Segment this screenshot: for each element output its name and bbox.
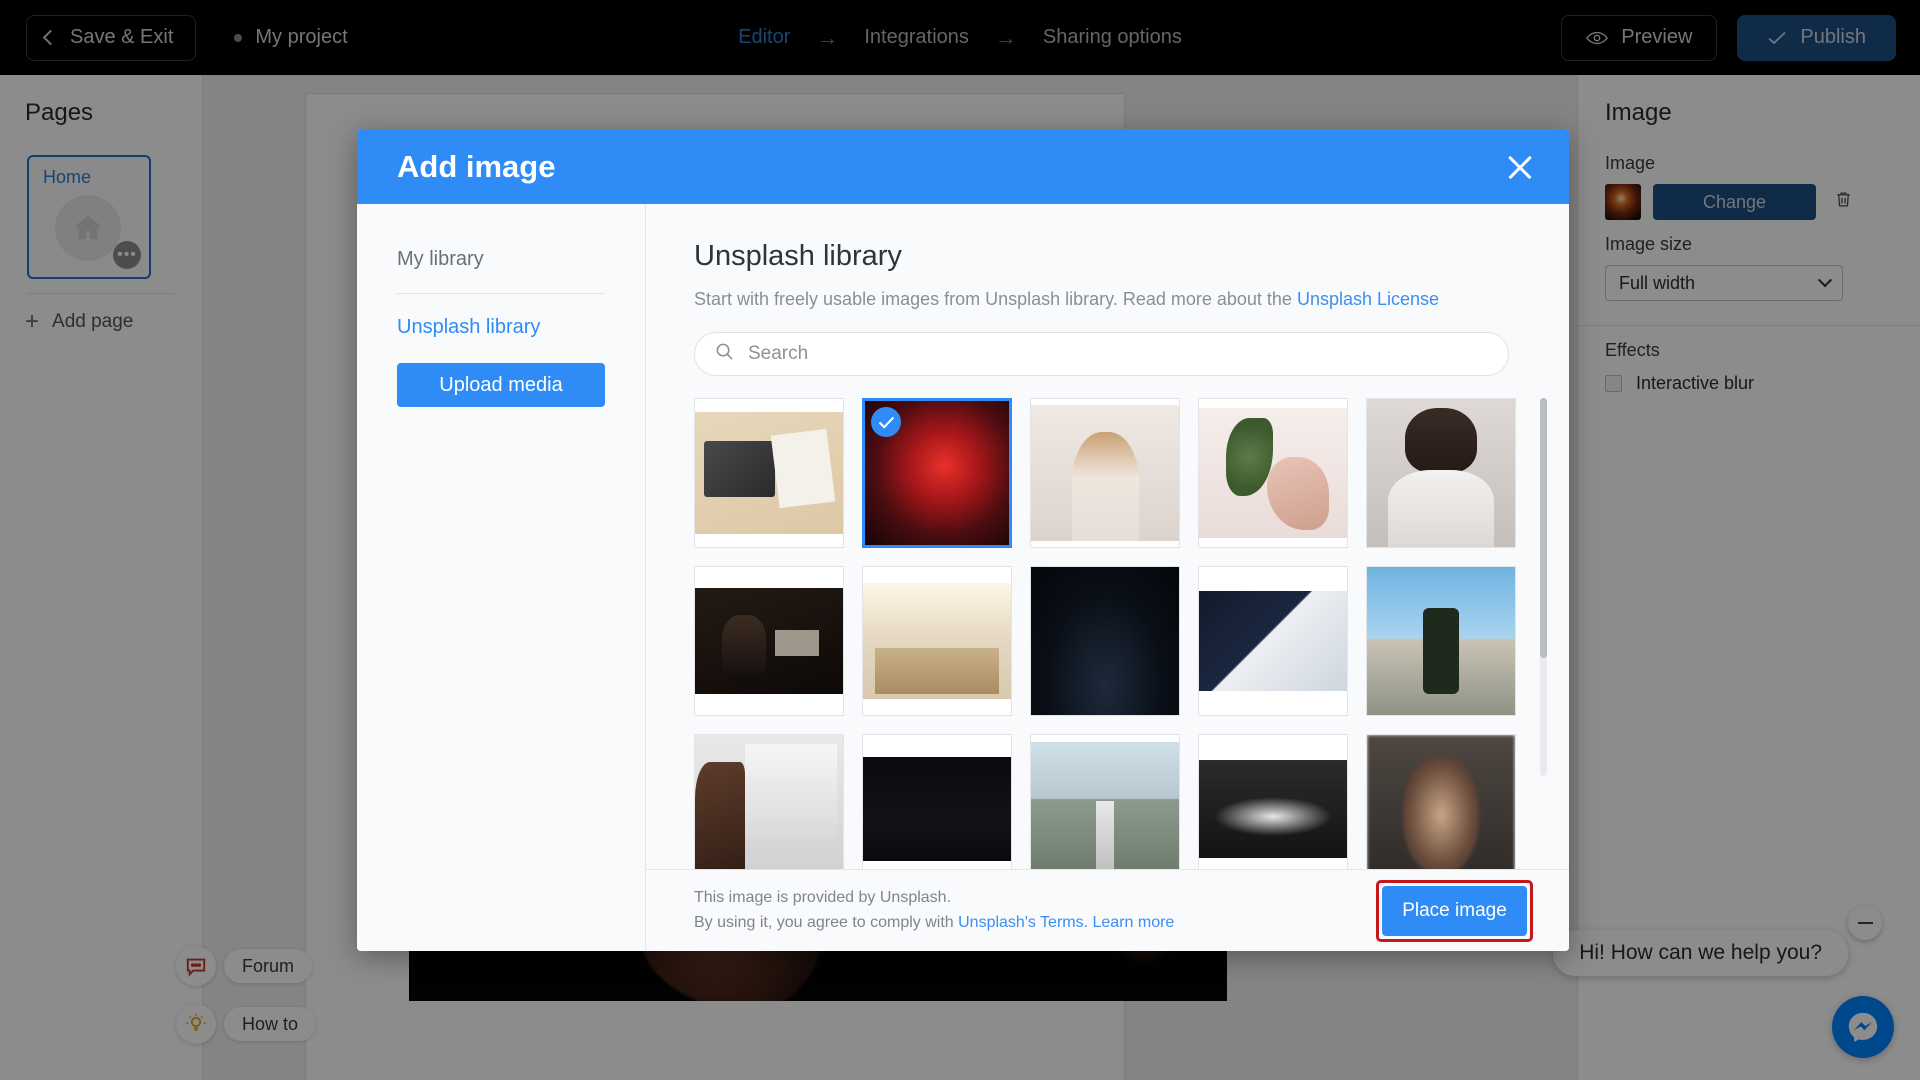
image-grid	[694, 398, 1529, 869]
unsplash-attribution: This image is provided by Unsplash. By u…	[694, 886, 1174, 936]
place-image-button[interactable]: Place image	[1382, 885, 1527, 936]
search-bar[interactable]	[694, 332, 1509, 376]
image-thumbnail[interactable]	[1198, 734, 1348, 869]
image-thumbnail[interactable]	[694, 398, 844, 548]
image-thumbnail-art	[863, 583, 1011, 699]
unsplash-description: Start with freely usable images from Uns…	[694, 289, 1529, 310]
check-icon	[871, 407, 901, 437]
sidebar-item-my-library[interactable]: My library	[357, 248, 645, 271]
attribution-line-2: By using it, you agree to comply with Un…	[694, 911, 1174, 936]
place-image-highlight: Place image	[1376, 879, 1533, 942]
attribution-line-1: This image is provided by Unsplash.	[694, 888, 952, 906]
image-thumbnail[interactable]	[1366, 734, 1516, 869]
image-thumbnail-art	[695, 412, 843, 534]
modal-header: Add image	[357, 129, 1569, 204]
image-thumbnail-art	[1031, 742, 1179, 869]
image-thumbnail[interactable]	[862, 734, 1012, 869]
modal-main: Unsplash library Start with freely usabl…	[646, 204, 1569, 951]
search-input[interactable]	[748, 343, 1488, 365]
unsplash-terms-link[interactable]: Unsplash's Terms.	[958, 914, 1088, 931]
image-grid-container[interactable]	[646, 376, 1569, 869]
image-thumbnail-art	[1199, 760, 1347, 858]
image-thumbnail-art	[1199, 590, 1347, 692]
modal-main-header: Unsplash library Start with freely usabl…	[646, 204, 1569, 376]
unsplash-description-text: Start with freely usable images from Uns…	[694, 289, 1297, 309]
image-thumbnail[interactable]	[1198, 398, 1348, 548]
image-thumbnail-art	[863, 757, 1011, 861]
modal-title: Add image	[397, 148, 556, 184]
sidebar-item-unsplash-library[interactable]: Unsplash library	[357, 316, 645, 339]
image-thumbnail[interactable]	[1366, 566, 1516, 716]
image-thumbnail-art	[695, 735, 843, 869]
image-grid-scrollbar[interactable]	[1540, 398, 1547, 776]
learn-more-link[interactable]: Learn more	[1093, 914, 1175, 931]
unsplash-library-heading: Unsplash library	[694, 240, 902, 272]
attribution-line-2-text: By using it, you agree to comply with	[694, 913, 959, 931]
add-image-modal: Add image My library Unsplash library Up…	[357, 129, 1569, 951]
image-thumbnail-art	[1031, 567, 1179, 715]
upload-media-button[interactable]: Upload media	[397, 363, 605, 407]
image-thumbnail[interactable]	[1030, 734, 1180, 869]
image-thumbnail-art	[1199, 407, 1347, 539]
image-thumbnail-art	[695, 587, 843, 695]
image-thumbnail[interactable]	[862, 566, 1012, 716]
image-thumbnail[interactable]	[1030, 398, 1180, 548]
image-thumbnail-art	[1367, 399, 1515, 547]
image-thumbnail[interactable]	[694, 566, 844, 716]
image-thumbnail[interactable]	[1198, 566, 1348, 716]
image-thumbnail[interactable]	[694, 734, 844, 869]
close-icon[interactable]	[1505, 152, 1535, 182]
modal-sidebar: My library Unsplash library Upload media	[357, 204, 646, 951]
modal-body: My library Unsplash library Upload media…	[357, 204, 1569, 951]
image-thumbnail[interactable]	[1030, 566, 1180, 716]
search-icon	[715, 342, 734, 366]
image-thumbnail[interactable]	[862, 398, 1012, 548]
sidebar-divider	[397, 293, 605, 294]
modal-footer: This image is provided by Unsplash. By u…	[646, 869, 1569, 951]
image-thumbnail-art	[1367, 735, 1515, 869]
image-thumbnail-art	[1031, 404, 1179, 542]
image-thumbnail[interactable]	[1366, 398, 1516, 548]
unsplash-license-link[interactable]: Unsplash License	[1297, 289, 1439, 309]
image-thumbnail-art	[1367, 567, 1515, 715]
